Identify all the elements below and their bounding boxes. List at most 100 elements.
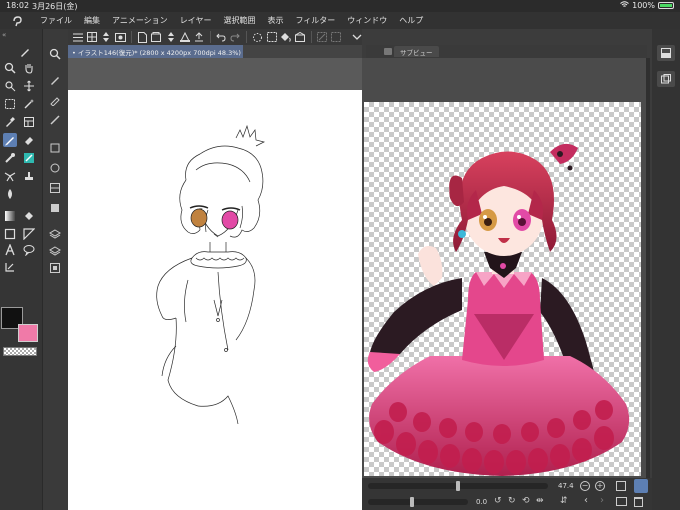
hamburger-menu-icon[interactable] <box>72 31 83 43</box>
eyedropper-toggle-icon[interactable] <box>634 479 648 493</box>
sub-material-icon[interactable] <box>48 201 62 215</box>
menu-file[interactable]: ファイル <box>34 15 78 26</box>
import-image-icon[interactable] <box>616 497 627 506</box>
layer-move-icon[interactable] <box>22 115 36 129</box>
next-image-icon[interactable]: › <box>600 495 604 506</box>
subview-tab[interactable]: サブビュー <box>394 46 439 57</box>
blend-icon[interactable] <box>3 151 17 165</box>
zoom-icon[interactable] <box>3 61 17 75</box>
sub-navigator-icon[interactable] <box>48 261 62 275</box>
sub-color-icon[interactable] <box>48 181 62 195</box>
sub-layer-icon[interactable] <box>48 141 62 155</box>
bucket-icon[interactable] <box>22 209 36 223</box>
transform-icon[interactable] <box>317 31 328 43</box>
ios-status-bar: 18:02 3月26日(金) 100% <box>0 0 680 12</box>
sub-pencil-icon[interactable] <box>48 93 62 107</box>
frame-icon[interactable] <box>22 227 36 241</box>
zoom-in-icon[interactable]: + <box>595 481 605 491</box>
sub-pen-icon[interactable] <box>48 73 62 87</box>
flip-horizontal-icon[interactable]: ⇹ <box>536 496 544 506</box>
chevron-down-icon[interactable] <box>351 31 362 43</box>
menu-layer[interactable]: レイヤー <box>174 15 218 26</box>
rotate-right-icon[interactable]: ↻ <box>508 496 516 506</box>
menu-view[interactable]: 表示 <box>261 15 289 26</box>
wand-icon[interactable] <box>22 97 36 111</box>
sub-color-swatch[interactable] <box>18 324 38 342</box>
document-tab[interactable]: • イラスト146(復元)* (2800 x 4200px 700dpi 48.… <box>68 45 243 58</box>
grid-icon[interactable] <box>86 31 97 43</box>
brush-icon[interactable] <box>3 133 17 147</box>
menu-animation[interactable]: アニメーション <box>106 15 174 26</box>
flip-icon[interactable] <box>100 31 111 43</box>
subview-menu-icon[interactable] <box>384 48 392 55</box>
balloon-icon[interactable] <box>22 243 36 257</box>
open-file-icon[interactable] <box>151 31 162 43</box>
menu-selection[interactable]: 選択範囲 <box>217 15 261 26</box>
deselect-icon[interactable] <box>266 31 277 43</box>
hand-icon[interactable] <box>22 61 36 75</box>
status-date: 3月26日(金) <box>32 2 78 11</box>
menu-window[interactable]: ウィンドウ <box>341 15 393 26</box>
canvas-area[interactable] <box>68 58 362 510</box>
panel-toggle-icon[interactable] <box>657 45 675 61</box>
crop-icon[interactable] <box>331 31 342 43</box>
zoom-value: 47.4 <box>558 482 574 490</box>
gradient-icon[interactable] <box>3 209 17 223</box>
text-icon[interactable] <box>3 243 17 257</box>
sub-brush-icon[interactable] <box>48 113 62 127</box>
move-icon[interactable] <box>22 79 36 93</box>
sub-layers-icon[interactable] <box>48 244 62 258</box>
zoom-slider-knob[interactable] <box>456 481 460 491</box>
subview-panel-icon[interactable] <box>657 71 675 87</box>
app-logo-icon[interactable] <box>0 12 34 29</box>
menu-edit[interactable]: 編集 <box>78 15 106 26</box>
sub-property-icon[interactable] <box>48 161 62 175</box>
fit-window-icon[interactable] <box>616 481 626 491</box>
redo-icon[interactable] <box>230 31 241 43</box>
eyedropper-icon[interactable] <box>3 115 17 129</box>
menu-help[interactable]: ヘルプ <box>393 15 429 26</box>
undo-icon[interactable] <box>216 31 227 43</box>
fill-bucket-icon[interactable] <box>280 31 292 43</box>
loading-icon[interactable] <box>252 31 263 43</box>
sub-search-icon[interactable] <box>48 47 62 61</box>
trash-icon[interactable] <box>634 497 643 507</box>
reset-rotate-icon[interactable]: ⟲ <box>522 496 530 506</box>
figure-icon[interactable] <box>3 227 17 241</box>
canvas-paper[interactable] <box>68 90 362 510</box>
battery-percent: 100% <box>632 1 655 10</box>
sort-icon[interactable] <box>165 31 176 43</box>
subview-panel[interactable] <box>362 58 647 478</box>
transparent-color-swatch[interactable] <box>3 347 37 356</box>
airbrush-icon[interactable] <box>22 151 36 165</box>
fill-icon[interactable] <box>3 187 17 201</box>
prev-image-icon[interactable]: ‹ <box>584 495 588 506</box>
clear-icon[interactable] <box>294 31 306 43</box>
rotate-slider-knob[interactable] <box>410 497 414 507</box>
chevron-left-icon[interactable]: « <box>2 31 6 39</box>
correction-icon[interactable] <box>3 260 17 274</box>
export-icon[interactable] <box>193 31 204 43</box>
decoration-icon[interactable] <box>3 169 17 183</box>
eye-icon[interactable] <box>114 31 126 43</box>
right-palette-bar <box>652 29 680 510</box>
sub-layers-stack-icon[interactable] <box>48 227 62 241</box>
select-rect-icon[interactable] <box>3 97 17 111</box>
new-file-icon[interactable] <box>137 31 148 43</box>
eraser-icon[interactable] <box>22 133 36 147</box>
operation-icon[interactable] <box>3 79 17 93</box>
subview-scrollbar[interactable] <box>646 58 650 478</box>
pen-icon[interactable] <box>18 45 32 59</box>
battery-icon <box>658 2 674 9</box>
save-icon[interactable] <box>179 31 190 43</box>
line-art-drawing <box>156 124 266 425</box>
zoom-out-icon[interactable]: − <box>580 481 590 491</box>
rotate-slider[interactable] <box>368 499 468 505</box>
rotate-left-icon[interactable]: ↺ <box>494 496 502 506</box>
wifi-icon <box>620 1 629 10</box>
stamp-icon[interactable] <box>22 169 36 183</box>
tab-bar-empty <box>243 45 362 58</box>
menu-filter[interactable]: フィルター <box>289 15 341 26</box>
subview-reference-image[interactable] <box>364 102 641 476</box>
flip-vertical-icon[interactable]: ⇵ <box>560 496 568 506</box>
